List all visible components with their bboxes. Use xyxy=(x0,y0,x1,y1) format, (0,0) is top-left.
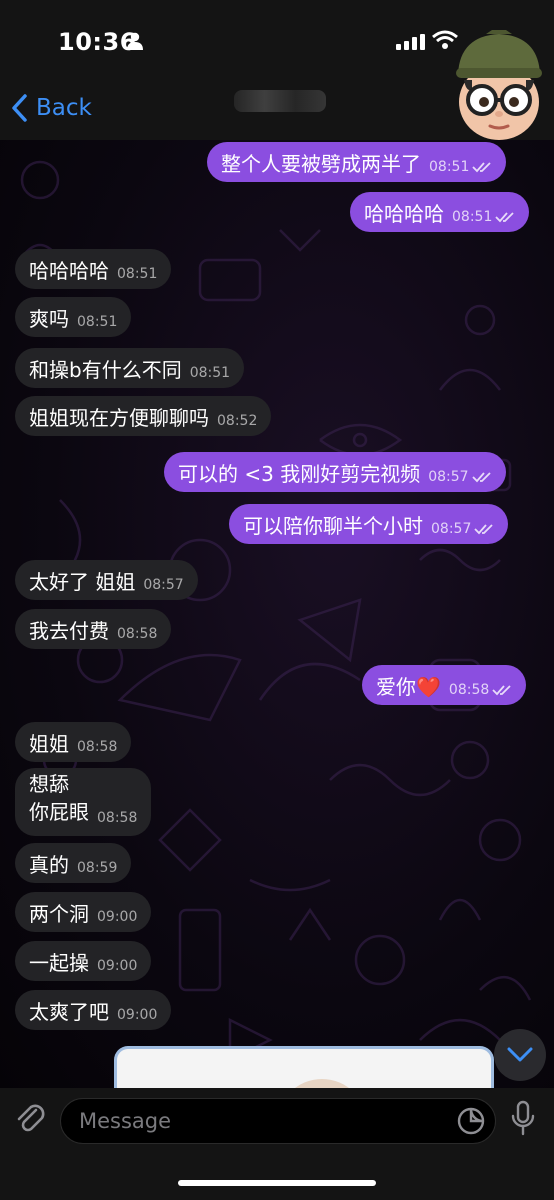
message-text: 哈哈哈哈 xyxy=(364,201,444,226)
message-text: 想舔 你屁眼 xyxy=(29,770,89,826)
message-time: 08:58 xyxy=(77,739,118,755)
incoming-message[interactable]: 太好了 姐姐 08:57 xyxy=(15,560,198,600)
message-text: 姐姐 xyxy=(29,731,69,756)
back-button[interactable]: Back xyxy=(10,90,92,126)
message-field[interactable] xyxy=(60,1098,496,1144)
message-text: 爱你❤️ xyxy=(376,674,441,699)
message-text: 姐姐现在方便聊聊吗 xyxy=(29,405,209,430)
message-text: 可以的 <3 我刚好剪完视频 xyxy=(178,461,421,486)
message-text: 和操b有什么不同 xyxy=(29,357,182,382)
message-time: 08:58 xyxy=(117,626,158,642)
chat-area[interactable]: 整个人要被劈成两半了 08:51 哈哈哈哈 08:51 哈哈哈哈 08:51 爽… xyxy=(0,140,554,1088)
incoming-message[interactable]: 姐姐 08:58 xyxy=(15,722,132,762)
message-text: 一起操 xyxy=(29,950,89,975)
sticker-icon[interactable] xyxy=(457,1107,485,1135)
incoming-message[interactable]: 和操b有什么不同 08:51 xyxy=(15,348,245,388)
blurred-chat-title xyxy=(234,90,326,112)
incoming-message[interactable]: 想舔 你屁眼 08:58 xyxy=(15,768,152,836)
chevron-left-icon xyxy=(12,94,27,122)
message-time: 09:00 xyxy=(117,1007,158,1023)
message-text: 我去付费 xyxy=(29,618,109,643)
avatar[interactable] xyxy=(446,30,552,142)
outgoing-message[interactable]: 爱你❤️ 08:58 xyxy=(362,665,527,705)
outgoing-message[interactable]: 整个人要被劈成两半了 08:51 xyxy=(207,142,507,182)
double-check-icon xyxy=(472,162,491,173)
incoming-message[interactable]: 真的 08:59 xyxy=(15,843,132,883)
scroll-to-bottom-button[interactable] xyxy=(494,1029,546,1081)
outgoing-message[interactable]: 哈哈哈哈 08:51 xyxy=(350,192,530,232)
paperclip-icon[interactable] xyxy=(14,1102,48,1136)
message-text: 太好了 姐姐 xyxy=(29,569,136,594)
outgoing-message[interactable]: 可以的 <3 我刚好剪完视频 08:57 xyxy=(164,452,506,492)
message-time: 08:52 xyxy=(217,413,258,429)
message-time: 08:51 xyxy=(189,365,231,381)
message-text: 真的 xyxy=(29,852,69,877)
back-label: Back xyxy=(36,95,92,121)
outgoing-message[interactable]: 可以陪你聊半个小时 08:57 xyxy=(229,504,509,544)
incoming-message[interactable]: 两个洞 09:00 xyxy=(15,892,152,932)
chevron-down-icon xyxy=(507,1047,533,1062)
message-time: 08:51 xyxy=(77,314,118,330)
message-time: 08:58 xyxy=(448,682,490,698)
microphone-icon[interactable] xyxy=(510,1100,536,1138)
double-check-icon xyxy=(471,472,491,483)
message-input[interactable] xyxy=(79,1099,439,1143)
person-icon xyxy=(127,32,143,50)
cellular-signal-icon xyxy=(396,34,425,50)
message-text: 两个洞 xyxy=(29,901,89,926)
composer-bar xyxy=(0,1088,554,1200)
message-time: 08:51 xyxy=(429,159,470,175)
incoming-message[interactable]: 爽吗 08:51 xyxy=(15,297,132,337)
double-check-icon xyxy=(492,685,511,696)
message-text: 整个人要被劈成两半了 xyxy=(221,151,421,176)
media-message-preview[interactable] xyxy=(114,1046,494,1088)
message-text: 太爽了吧 xyxy=(29,999,109,1024)
message-text-line: 你屁眼 xyxy=(29,800,89,824)
message-text: 爽吗 xyxy=(29,306,69,331)
top-bar: 10:36 Back xyxy=(0,0,554,140)
message-text: 哈哈哈哈 xyxy=(29,258,109,283)
message-time: 08:59 xyxy=(77,860,118,876)
double-check-icon xyxy=(474,524,493,535)
message-time: 08:57 xyxy=(143,577,184,593)
home-indicator xyxy=(178,1180,376,1186)
incoming-message[interactable]: 太爽了吧 09:00 xyxy=(15,990,172,1030)
double-check-icon xyxy=(495,212,514,223)
message-text-line: 想舔 xyxy=(29,772,69,796)
incoming-message[interactable]: 哈哈哈哈 08:51 xyxy=(15,249,172,289)
incoming-message[interactable]: 我去付费 08:58 xyxy=(15,609,172,649)
message-time: 08:51 xyxy=(117,266,158,282)
message-time: 09:00 xyxy=(97,909,138,925)
incoming-message[interactable]: 一起操 09:00 xyxy=(15,941,152,981)
message-time: 08:57 xyxy=(428,469,469,485)
message-time: 09:00 xyxy=(97,958,138,974)
message-text: 可以陪你聊半个小时 xyxy=(243,513,423,538)
message-time: 08:57 xyxy=(431,521,472,537)
incoming-message[interactable]: 姐姐现在方便聊聊吗 08:52 xyxy=(15,396,272,436)
message-time: 08:51 xyxy=(452,209,493,225)
media-thumbnail xyxy=(277,1079,367,1088)
message-time: 08:58 xyxy=(97,810,138,826)
